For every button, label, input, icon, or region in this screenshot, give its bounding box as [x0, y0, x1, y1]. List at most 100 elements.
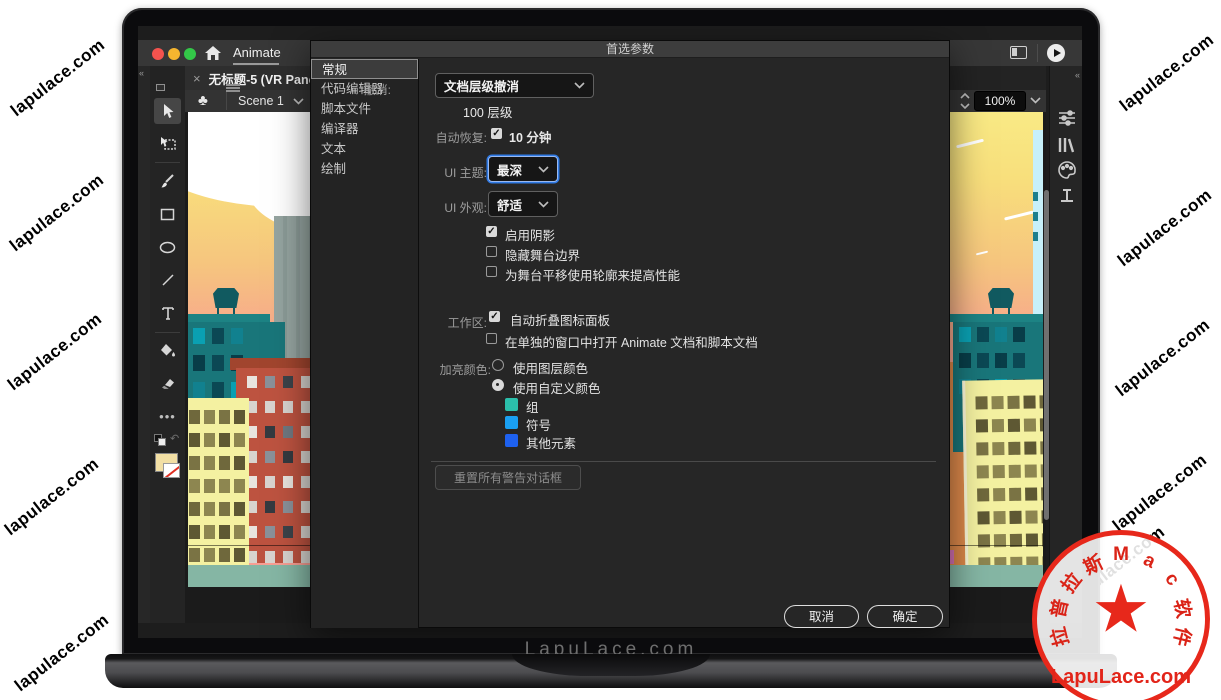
dialog-title: 首选参数 [311, 41, 949, 58]
auto-recover-checkbox[interactable] [491, 128, 502, 139]
color-palette-icon[interactable] [1057, 160, 1077, 180]
laptop-screen: Animate × 无标题-5 (VR Panorama) ♣ [122, 8, 1100, 655]
other-elements-color-label: 其他元素 [526, 433, 576, 452]
oval-tool[interactable] [154, 234, 181, 260]
watermark: lapulace.com [6, 170, 108, 256]
symbol-color-label: 符号 [526, 415, 551, 434]
outline-pan-checkbox[interactable] [486, 266, 497, 277]
panel-menu-icon[interactable] [226, 84, 240, 92]
divider [1037, 44, 1038, 62]
ui-appearance-value: 舒适 [497, 195, 522, 214]
no-color-swatch[interactable] [163, 463, 180, 478]
line-tool[interactable] [154, 267, 181, 293]
close-window-button[interactable] [152, 48, 164, 60]
eraser-tool[interactable] [154, 370, 181, 396]
ui-theme-dropdown[interactable]: 最深 [488, 156, 558, 182]
star-icon: ★ [1091, 570, 1150, 647]
auto-collapse-checkbox[interactable] [489, 311, 500, 322]
scene-label[interactable]: Scene 1 [238, 94, 284, 108]
sidebar-item-script-files[interactable]: 脚本文件 [311, 99, 418, 119]
sidebar-item-text[interactable]: 文本 [311, 139, 418, 159]
workspace-icon[interactable] [1010, 46, 1027, 59]
watermark: lapulace.com [11, 610, 113, 696]
watermark: lapulace.com [4, 309, 106, 395]
left-dock-strip: « [138, 66, 150, 623]
sidebar-item-drawing[interactable]: 绘制 [311, 159, 418, 179]
laptop-display: Animate × 无标题-5 (VR Panorama) ♣ [138, 26, 1082, 638]
test-movie-play-button[interactable] [1047, 44, 1065, 62]
enable-shadows-checkbox[interactable] [486, 226, 497, 237]
watermark: lapulace.com [7, 35, 109, 121]
sidebar-item-general[interactable]: 常规 [311, 59, 418, 79]
chevron-down-icon [538, 166, 549, 173]
collapse-panel-icon[interactable]: « [1075, 70, 1079, 80]
hide-stage-border-label: 隐藏舞台边界 [505, 245, 580, 264]
ui-theme-label: UI 主题: [407, 164, 487, 181]
workspace-label: 工作区: [407, 314, 487, 331]
animate-app-window: Animate × 无标题-5 (VR Panorama) ♣ [138, 26, 1082, 638]
water-tower-art [988, 288, 1014, 308]
home-icon[interactable] [204, 45, 222, 61]
enable-shadows-label: 启用阴影 [505, 225, 555, 244]
zoom-stepper[interactable] [959, 92, 971, 110]
more-tools-icon[interactable]: ••• [154, 403, 181, 429]
paint-bucket-tool[interactable] [154, 337, 181, 363]
divider [226, 92, 227, 110]
use-custom-color-radio[interactable] [492, 379, 504, 391]
undo-levels-value[interactable]: 100 层级 [463, 102, 512, 121]
group-color-label: 组 [526, 397, 539, 416]
watermark: lapulace.com [1112, 315, 1214, 401]
divider [431, 461, 936, 462]
watermark: lapulace.com [1, 454, 103, 540]
tab-animate[interactable]: Animate [233, 45, 281, 60]
outline-pan-label: 为舞台平移使用轮廓来提高性能 [505, 265, 680, 284]
divider [155, 162, 180, 163]
align-text-icon[interactable] [1057, 185, 1077, 205]
reset-warnings-button[interactable]: 重置所有警告对话框 [435, 465, 581, 490]
ok-button[interactable]: 确定 [867, 605, 943, 628]
other-elements-color-swatch[interactable] [505, 434, 518, 447]
zoom-window-button[interactable] [184, 48, 196, 60]
swap-colors-icon[interactable] [154, 434, 167, 446]
cancel-button[interactable]: 取消 [784, 605, 859, 628]
hide-stage-border-checkbox[interactable] [486, 246, 497, 257]
watermark-stamp: ★ 拉 普 拉 斯 M a c 软 件 LapuLace.com [1032, 530, 1210, 700]
chevron-down-icon[interactable] [293, 98, 304, 105]
collapse-panel-icon[interactable]: « [139, 68, 143, 78]
sidebar-item-compiler[interactable]: 编译器 [311, 119, 418, 139]
rectangle-tool[interactable] [154, 201, 181, 227]
cloud-streak-art [976, 251, 988, 256]
group-color-swatch[interactable] [505, 398, 518, 411]
text-tool[interactable] [154, 300, 181, 326]
zoom-level-field[interactable]: 100% [974, 91, 1026, 111]
reset-colors-icon[interactable]: ↶ [170, 432, 179, 445]
play-icon [1054, 49, 1061, 57]
ui-appearance-dropdown[interactable]: 舒适 [488, 191, 558, 217]
divider [155, 332, 180, 333]
use-layer-color-radio[interactable] [492, 359, 504, 371]
auto-recover-label: 自动恢复: [407, 129, 487, 146]
brush-tool[interactable] [154, 168, 181, 194]
stamp-site-text: LapuLace.com [1037, 666, 1205, 689]
undo-type-dropdown[interactable]: 文档层级撤消 [435, 73, 594, 98]
watermark: lapulace.com [1116, 30, 1218, 116]
symbol-club-icon[interactable]: ♣ [198, 92, 208, 109]
undo-label: 撤消: [331, 81, 391, 98]
ui-appearance-label: UI 外观: [407, 199, 487, 216]
auto-recover-value[interactable]: 10 分钟 [509, 127, 551, 146]
ui-theme-value: 最深 [497, 160, 522, 179]
preferences-dialog: 首选参数 常规 代码编辑器 脚本文件 编译器 文本 绘制 撤消: 文档层级撤消 [310, 40, 950, 628]
minimize-window-button[interactable] [168, 48, 180, 60]
close-document-icon[interactable]: × [193, 71, 201, 86]
chevron-down-icon[interactable] [1030, 97, 1041, 104]
properties-icon[interactable] [1057, 108, 1077, 128]
open-separate-checkbox[interactable] [486, 333, 497, 344]
free-transform-tool[interactable] [154, 130, 181, 156]
selection-tool[interactable] [154, 98, 181, 124]
building-art [950, 314, 1043, 322]
symbol-color-swatch[interactable] [505, 416, 518, 429]
cloud-streak-art [1004, 210, 1034, 220]
library-icon[interactable] [1057, 135, 1077, 155]
use-layer-color-label: 使用图层颜色 [513, 358, 588, 377]
building-art [188, 398, 249, 587]
